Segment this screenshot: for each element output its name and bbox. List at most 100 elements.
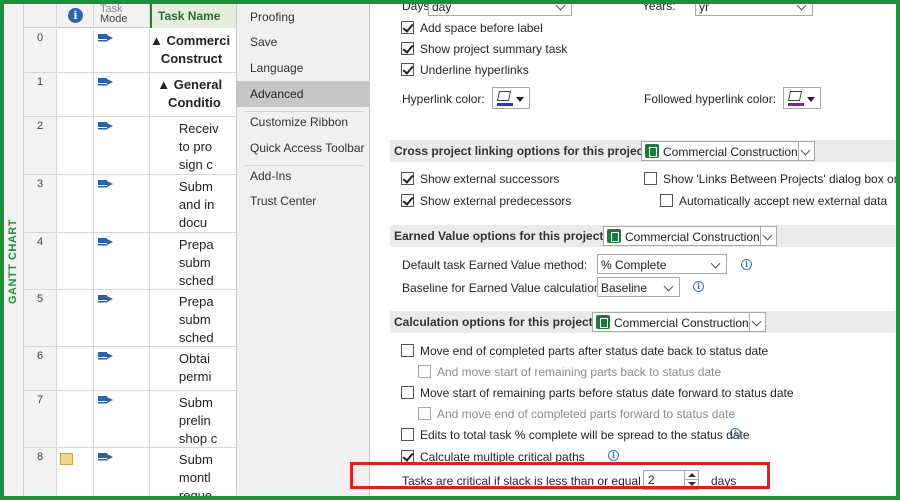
- days-dropdown[interactable]: day: [428, 4, 572, 16]
- task-name-cell[interactable]: Obtai permi: [150, 347, 236, 390]
- move-end-completed-label: Move end of completed parts after status…: [420, 344, 769, 358]
- task-mode-cell[interactable]: [94, 29, 150, 72]
- paint-bucket-icon: [787, 91, 803, 101]
- move-end-completed-checkbox[interactable]: [401, 344, 414, 357]
- cross-project-name: Commercial Construction: [663, 145, 798, 159]
- task-name-cell[interactable]: Prepa subm sched: [150, 233, 236, 289]
- table-row[interactable]: 5 Prepa subm sched: [24, 290, 236, 347]
- info-icon[interactable]: i: [608, 450, 619, 461]
- show-external-predecessors-label: Show external predecessors: [420, 194, 572, 208]
- row-number[interactable]: 5: [24, 290, 57, 346]
- table-row[interactable]: 6 Obtai permi: [24, 347, 236, 391]
- row-number[interactable]: 7: [24, 391, 57, 447]
- table-row[interactable]: 3 Subm and in docu: [24, 175, 236, 233]
- nav-quick-access-toolbar[interactable]: Quick Access Toolbar: [237, 135, 369, 161]
- table-row[interactable]: 0 ▲ Commerci Construct: [24, 29, 236, 73]
- indicators-column-header[interactable]: i: [57, 4, 94, 28]
- nav-customize-ribbon[interactable]: Customize Ribbon: [237, 109, 369, 135]
- add-space-checkbox[interactable]: [401, 21, 414, 34]
- years-dropdown[interactable]: yr: [695, 4, 813, 16]
- task-mode-cell[interactable]: [94, 233, 150, 289]
- years-value: yr: [699, 4, 709, 14]
- table-row[interactable]: 4 Prepa subm sched: [24, 233, 236, 290]
- move-start-remaining-checkbox[interactable]: [401, 386, 414, 399]
- nav-language[interactable]: Language: [237, 55, 369, 81]
- ev-method-dropdown[interactable]: % Complete: [597, 254, 727, 274]
- auto-scheduled-icon: [98, 396, 113, 404]
- row-number[interactable]: 6: [24, 347, 57, 390]
- show-summary-checkbox[interactable]: [401, 42, 414, 55]
- task-mode-cell[interactable]: [94, 448, 150, 496]
- cross-project-section-header: Cross project linking options for this p…: [390, 140, 896, 162]
- nav-save[interactable]: Save: [237, 29, 369, 55]
- show-external-successors-checkbox[interactable]: [401, 172, 414, 185]
- ev-baseline-dropdown[interactable]: Baseline: [597, 277, 680, 297]
- calculation-project-selector[interactable]: Commercial Construction: [592, 312, 766, 332]
- days-value: day: [432, 4, 452, 14]
- ev-baseline-value: Baseline: [601, 281, 648, 295]
- info-icon[interactable]: i: [693, 281, 704, 292]
- indicator-cell: [57, 29, 94, 72]
- auto-scheduled-icon: [98, 180, 113, 188]
- earned-value-project-selector[interactable]: Commercial Construction: [603, 226, 777, 246]
- hyperlink-color-label: Hyperlink color:: [402, 92, 485, 106]
- task-name-cell[interactable]: Subm and in docu: [150, 175, 236, 232]
- dropdown-arrow-icon: [516, 97, 524, 102]
- task-mode-cell[interactable]: [94, 73, 150, 116]
- task-name-cell[interactable]: Subm montl reque: [150, 448, 236, 496]
- select-all-cell[interactable]: [24, 4, 57, 28]
- table-row[interactable]: 1 ▲ General Conditio: [24, 73, 236, 117]
- row-number[interactable]: 4: [24, 233, 57, 289]
- row-number[interactable]: 0: [24, 29, 57, 72]
- task-name-cell[interactable]: ▲ General Conditio: [150, 73, 236, 116]
- nav-advanced[interactable]: Advanced: [237, 81, 369, 107]
- chevron-down-icon: [800, 145, 811, 156]
- row-number[interactable]: 8: [24, 448, 57, 496]
- indicator-cell: [57, 347, 94, 390]
- advanced-options-content: Days: day Years: yr Add space before lab…: [370, 4, 896, 496]
- task-name-cell[interactable]: Prepa subm sched: [150, 290, 236, 346]
- move-start-remaining-back-checkbox[interactable]: [418, 365, 431, 378]
- calculation-project-name: Commercial Construction: [614, 316, 749, 330]
- show-external-predecessors-checkbox[interactable]: [401, 194, 414, 207]
- earned-value-title: Earned Value options for this project:: [394, 229, 608, 243]
- auto-scheduled-icon: [98, 122, 113, 130]
- row-number[interactable]: 1: [24, 73, 57, 116]
- underline-hyperlinks-checkbox[interactable]: [401, 63, 414, 76]
- edits-spread-checkbox[interactable]: [401, 428, 414, 441]
- followed-color-button[interactable]: [783, 87, 821, 109]
- task-mode-cell[interactable]: [94, 175, 150, 232]
- table-row[interactable]: 8 Subm montl reque: [24, 448, 236, 496]
- task-mode-cell[interactable]: [94, 391, 150, 447]
- move-end-completed-forward-checkbox[interactable]: [418, 407, 431, 420]
- note-icon[interactable]: [60, 453, 73, 465]
- task-name-cell[interactable]: Subm prelin shop c: [150, 391, 236, 447]
- task-name-column-header[interactable]: Task Name: [150, 4, 236, 28]
- info-icon[interactable]: i: [741, 259, 752, 270]
- info-icon[interactable]: i: [730, 428, 741, 439]
- nav-proofing[interactable]: Proofing: [237, 4, 369, 30]
- table-row[interactable]: 2 Receiv to pro sign c: [24, 117, 236, 175]
- earned-value-dropdown-arrow: [760, 227, 776, 245]
- task-mode-column-header[interactable]: Task Mode: [94, 4, 150, 28]
- nav-trust-center[interactable]: Trust Center: [237, 188, 369, 214]
- options-navigation: Proofing Save Language Advanced Customiz…: [236, 4, 370, 496]
- auto-scheduled-icon: [98, 34, 113, 42]
- nav-add-ins[interactable]: Add-Ins: [237, 163, 369, 189]
- task-name-cell[interactable]: ▲ Commerci Construct: [150, 29, 236, 72]
- chevron-down-icon: [796, 4, 807, 11]
- calculation-section-header: Calculation options for this project: Co…: [390, 311, 896, 333]
- indicator-cell: [57, 73, 94, 116]
- hyperlink-color-button[interactable]: [492, 87, 530, 109]
- task-name-cell[interactable]: Receiv to pro sign c: [150, 117, 236, 174]
- row-number[interactable]: 2: [24, 117, 57, 174]
- cross-project-selector[interactable]: Commercial Construction: [641, 141, 815, 161]
- auto-accept-checkbox[interactable]: [660, 194, 673, 207]
- table-row[interactable]: 7 Subm prelin shop c: [24, 391, 236, 448]
- show-links-dialog-checkbox[interactable]: [644, 172, 657, 185]
- task-mode-cell[interactable]: [94, 117, 150, 174]
- task-mode-cell[interactable]: [94, 347, 150, 390]
- row-number[interactable]: 3: [24, 175, 57, 232]
- years-label: Years:: [642, 4, 676, 13]
- task-mode-cell[interactable]: [94, 290, 150, 346]
